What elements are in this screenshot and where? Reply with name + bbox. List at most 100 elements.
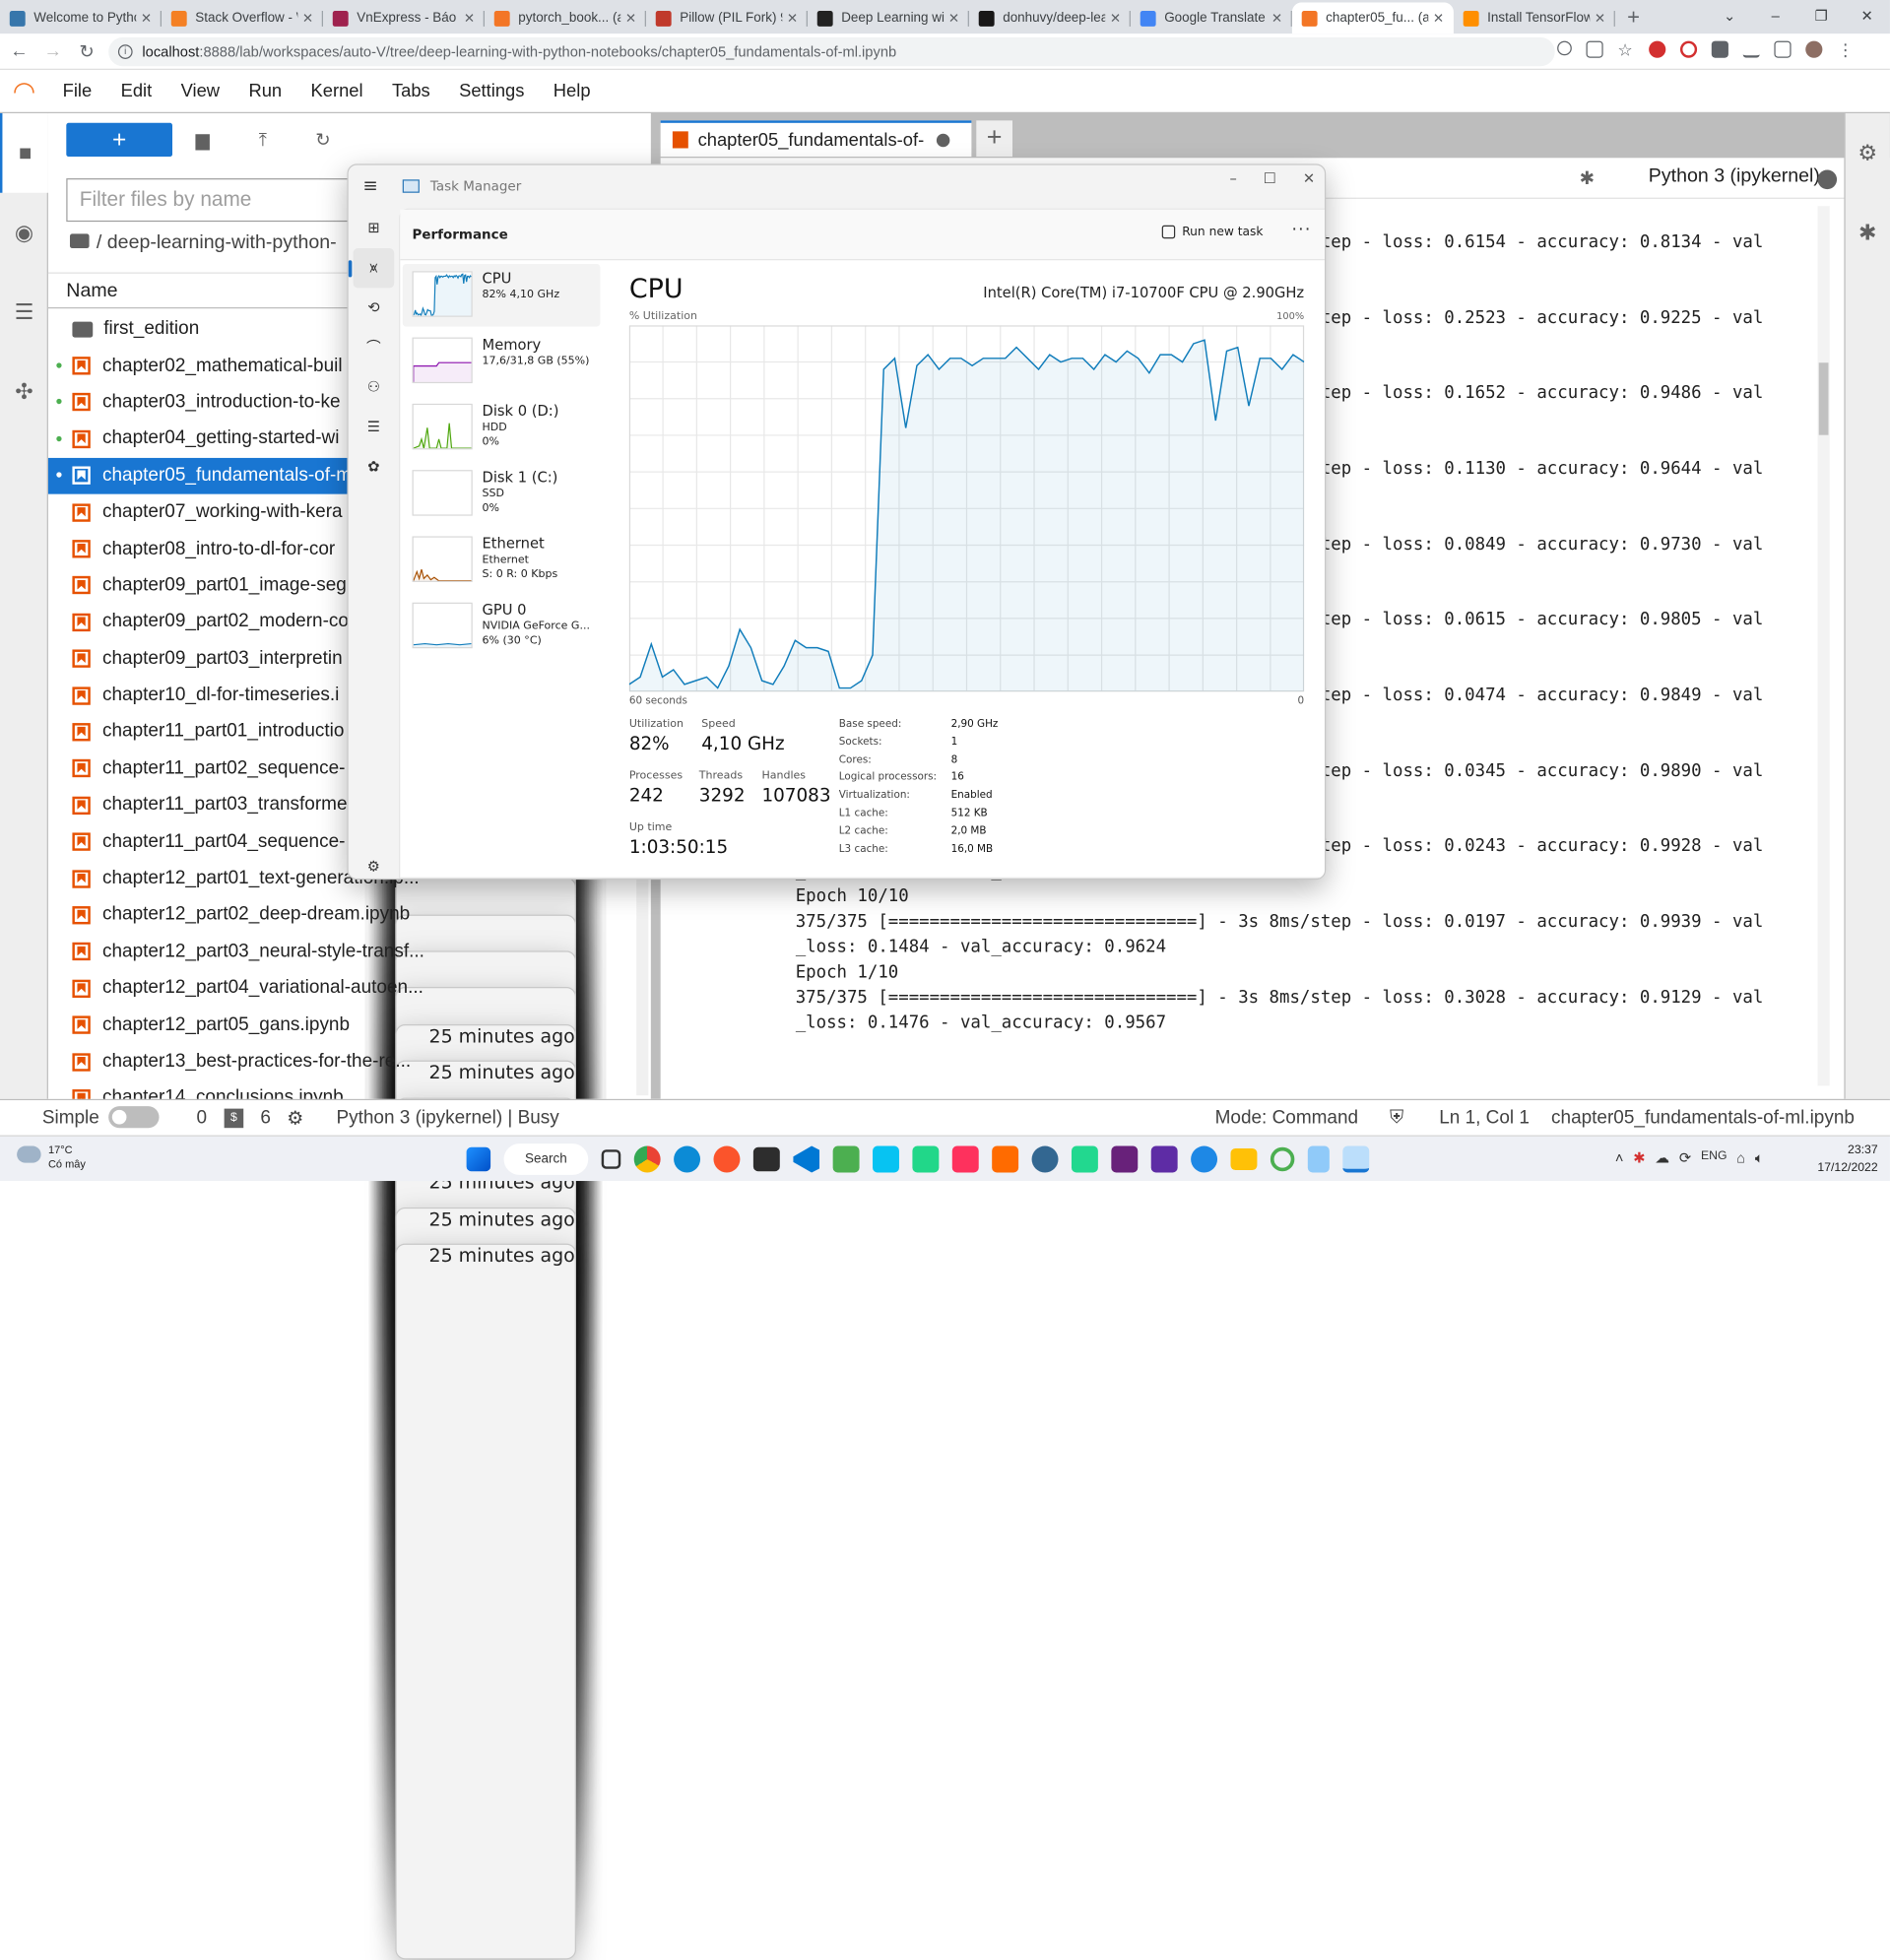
visual-studio-icon[interactable] [1111,1146,1138,1173]
language-indicator[interactable]: ENG [1701,1149,1727,1167]
close-button[interactable]: ✕ [1303,170,1315,187]
address-bar[interactable]: i localhost:8888/lab/workspaces/auto-V/t… [108,37,1555,66]
minimize-button[interactable]: – [1229,170,1236,187]
nav-startup-apps-icon[interactable]: ⌒ [349,328,399,367]
device-item-disk-0-d[interactable]: Disk 0 (D:)HDD0% [403,397,601,460]
close-tab-icon[interactable]: ✕ [625,10,636,26]
nav-users-icon[interactable]: ⚇ [349,367,399,407]
close-tab-icon[interactable]: ✕ [302,10,313,26]
notebook-scrollbar[interactable] [1817,206,1829,1085]
device-item-memory[interactable]: Memory17,6/31,8 GB (55%) [403,330,601,393]
volume-icon[interactable]: 🔈︎ [1755,1149,1764,1167]
browser-tab[interactable]: Stack Overflow - W✕ [162,2,323,33]
menu-settings[interactable]: Settings [444,81,539,101]
circle-app-icon[interactable] [1271,1147,1294,1171]
opera-extension-icon[interactable] [1680,41,1697,58]
task-view-icon[interactable] [602,1149,621,1169]
file-list-item[interactable]: chapter12_part02_deep-dream.ipynb25 minu… [48,897,639,934]
browser-tab[interactable]: chapter05_fu... (aut✕ [1292,2,1454,33]
network-icon[interactable]: ⌂ [1736,1149,1745,1167]
close-tab-icon[interactable]: ✕ [141,10,152,26]
browser-tab[interactable]: donhuvy/deep-lea✕ [969,2,1131,33]
kernel-status[interactable]: Python 3 (ipykernel) | Busy [336,1107,558,1129]
browser-tab[interactable]: Pillow (PIL Fork) 9.3✕ [646,2,808,33]
menu-kernel[interactable]: Kernel [296,81,377,101]
debugger-icon[interactable]: ✱ [1846,193,1890,273]
device-item-gpu-0[interactable]: GPU 0NVIDIA GeForce G...6% (30 °C) [403,595,601,658]
chrome-menu-icon[interactable]: ⋮ [1837,41,1854,58]
teams-like-icon[interactable] [1191,1146,1217,1173]
tray-app2-icon[interactable]: ⟳ [1679,1149,1691,1167]
file-explorer-icon[interactable] [1230,1148,1257,1170]
hamburger-menu-icon[interactable]: ≡ [362,174,377,196]
close-tab-icon[interactable]: ✕ [1433,10,1444,26]
file-list-item[interactable]: chapter12_part05_gans.ipynb25 minutes ag… [48,1007,639,1043]
simple-mode-toggle[interactable] [108,1106,159,1128]
side-panel-icon[interactable] [1774,41,1791,58]
close-tab-icon[interactable]: ✕ [1595,10,1605,26]
trust-shield-icon[interactable]: ⛨ [1390,1107,1403,1129]
chrome-icon[interactable] [634,1146,661,1173]
cursor-position[interactable]: Ln 1, Col 1 [1439,1107,1530,1129]
postgres-icon[interactable] [1032,1146,1059,1173]
intellij-icon[interactable] [952,1146,979,1173]
webstorm-icon[interactable] [873,1146,899,1173]
nav-performance-icon[interactable]: ⩙ [354,248,395,288]
property-inspector-gear-icon[interactable]: ⚙ [1846,113,1890,193]
browser-tab[interactable]: Install TensorFlow✕ [1454,2,1615,33]
new-folder-icon[interactable]: ▆ [172,129,232,151]
nav-services-icon[interactable]: ✿ [349,447,399,487]
file-list-item[interactable]: chapter12_part03_neural-style-transf...2… [48,934,639,970]
close-tab-icon[interactable]: ✕ [1271,10,1282,26]
browser-tab[interactable]: Google Translate✕ [1131,2,1292,33]
debugger-bug-icon[interactable]: ✱ [1580,167,1595,189]
browser-restore-button[interactable]: ❐ [1798,0,1845,33]
nav-app-history-icon[interactable]: ⟲ [349,288,399,327]
browser-tab[interactable]: Welcome to Pytho✕ [0,2,162,33]
kernels-count[interactable]: 6 [260,1107,271,1129]
close-tab-icon[interactable]: ✕ [787,10,798,26]
device-item-ethernet[interactable]: EthernetEthernetS: 0 R: 0 Kbps [403,529,601,592]
menu-tabs[interactable]: Tabs [377,81,444,101]
unsaved-dot-icon[interactable] [936,133,948,146]
reload-icon[interactable]: ↻ [72,40,100,62]
menu-file[interactable]: File [48,81,106,101]
browser-tab[interactable]: pytorch_book... (au✕ [485,2,646,33]
file-list-item[interactable]: chapter12_part04_variational-autoen...25… [48,970,639,1007]
weather-widget[interactable]: 17°C Có mây [48,1143,86,1171]
pycharm-icon[interactable] [912,1146,939,1173]
close-tab-icon[interactable]: ✕ [1110,10,1121,26]
edge-icon[interactable] [674,1146,700,1173]
nav-processes-icon[interactable]: ⊞ [349,209,399,248]
terminal-app-icon[interactable] [753,1147,780,1171]
datagrip-icon[interactable] [1072,1146,1098,1173]
file-browser-folder-icon[interactable]: ■ [0,113,48,193]
taskbar-search[interactable]: Search [504,1143,589,1175]
excel-like-icon[interactable] [833,1146,860,1173]
notebook-tab[interactable]: chapter05_fundamentals-of- [661,120,972,157]
start-windows-icon[interactable] [467,1147,490,1171]
profile-avatar[interactable] [1805,41,1822,58]
close-tab-icon[interactable]: ✕ [464,10,475,26]
puzzle-extension-icon[interactable] [1712,41,1728,58]
table-of-contents-icon[interactable]: ☰ [0,273,48,353]
scrollbar-thumb[interactable] [1819,362,1829,434]
media-control-icon[interactable] [1743,41,1760,58]
run-new-task-button[interactable]: Run new task [1161,226,1263,239]
vscode-icon[interactable] [793,1146,819,1173]
close-tab-icon[interactable]: ✕ [948,10,959,26]
tray-app-icon[interactable]: ✱ [1633,1149,1645,1167]
forward-icon[interactable]: → [38,41,67,62]
clock[interactable]: 23:37 17/12/2022 [1817,1142,1877,1178]
menu-run[interactable]: Run [234,81,296,101]
tray-chevron-icon[interactable]: ˄ [1615,1149,1624,1167]
device-item-disk-1-c[interactable]: Disk 1 (C:)SSD0% [403,463,601,526]
back-icon[interactable]: ← [5,41,33,62]
notepad-icon[interactable] [1308,1146,1330,1173]
menu-view[interactable]: View [166,81,234,101]
breadcrumb[interactable]: / deep-learning-with-python- [70,232,337,254]
zoom-icon[interactable] [1557,41,1572,56]
running-sessions-icon[interactable]: ◉ [0,193,48,273]
site-info-icon[interactable]: i [118,44,133,59]
task-manager-taskbar-icon[interactable] [1342,1146,1369,1173]
